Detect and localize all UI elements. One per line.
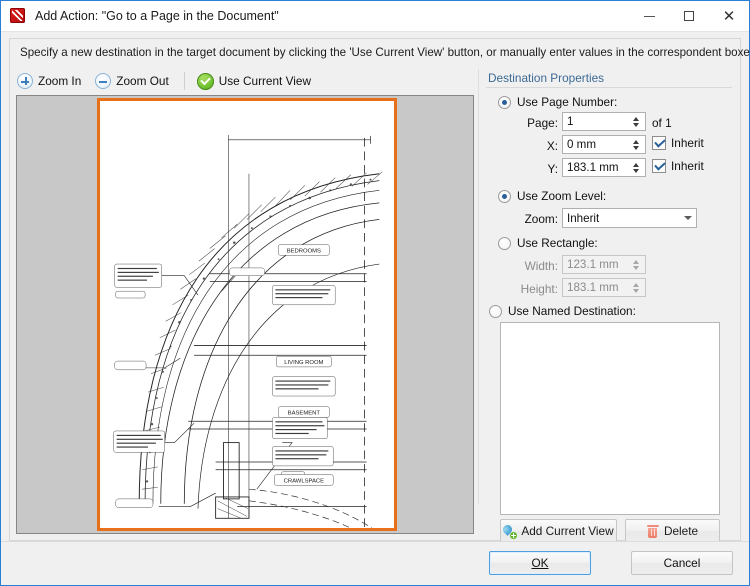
maximize-icon [684, 11, 694, 21]
zoom-in-button[interactable]: Zoom In [14, 70, 88, 92]
trash-icon [646, 524, 659, 538]
radio-use-named-destination[interactable]: Use Named Destination: [489, 304, 636, 318]
x-spin-arrows[interactable] [628, 136, 643, 153]
page-preview-area[interactable]: BEDROOMS LIVING ROOM BASEMENT CRAWLSPACE [16, 95, 474, 534]
zoom-in-icon [17, 73, 33, 89]
cancel-button[interactable]: Cancel [631, 551, 733, 575]
radio-use-rectangle-label: Use Rectangle: [517, 236, 598, 250]
green-check-icon [196, 72, 214, 90]
ok-label: OK [531, 556, 549, 570]
chevron-down-icon[interactable] [680, 216, 696, 220]
zoom-level-value: Inherit [567, 211, 600, 225]
radio-use-zoom-level-indicator [498, 189, 511, 203]
zoom-out-label: Zoom Out [116, 74, 169, 88]
zoom-out-button[interactable]: Zoom Out [92, 70, 175, 92]
pdf-xchange-logo-icon [9, 7, 27, 25]
delete-label: Delete [663, 524, 699, 538]
add-current-view-button[interactable]: Add Current View [500, 519, 617, 543]
page-number-stepper[interactable]: 1 [562, 112, 646, 131]
radio-use-page-number-label: Use Page Number: [517, 95, 618, 109]
add-view-pin-icon [501, 522, 518, 539]
dialog-body: Specify a new destination in the target … [1, 32, 750, 585]
dialog-window: Add Action: "Go to a Page in the Documen… [0, 0, 750, 586]
minimize-icon [643, 15, 655, 17]
y-value: 183.1 mm [567, 161, 619, 174]
footer-separator [1, 541, 749, 542]
page-field-label: Page: [527, 116, 558, 130]
radio-use-named-destination-label: Use Named Destination: [508, 304, 636, 318]
zoom-field-label: Zoom: [524, 212, 558, 226]
x-value-stepper[interactable]: 0 mm [562, 135, 646, 154]
minimize-button[interactable] [629, 1, 669, 31]
y-spin-arrows[interactable] [628, 159, 643, 176]
height-spin-arrows[interactable] [628, 279, 643, 296]
width-spin-arrows[interactable] [628, 256, 643, 273]
ok-button[interactable]: OK [489, 551, 591, 575]
x-inherit-label: Inherit [671, 136, 704, 150]
room-label-basement: BASEMENT [288, 410, 321, 416]
radio-use-page-number[interactable]: Use Page Number: [498, 95, 617, 109]
close-button[interactable]: ✕ [709, 1, 749, 31]
dialog-footer: OK Cancel [1, 541, 749, 585]
room-label-crawlspace: CRAWLSPACE [284, 478, 325, 484]
delete-button[interactable]: Delete [625, 519, 720, 543]
radio-use-zoom-level-label: Use Zoom Level: [517, 189, 607, 203]
zoom-in-label: Zoom In [38, 74, 82, 88]
zoom-out-icon [95, 73, 112, 89]
window-controls: ✕ [629, 1, 749, 31]
maximize-button[interactable] [669, 1, 709, 31]
add-current-view-label: Add Current View [521, 524, 614, 538]
title-bar: Add Action: "Go to a Page in the Documen… [1, 1, 749, 32]
x-inherit-check-icon [652, 136, 666, 150]
group-title: Destination Properties [488, 71, 605, 85]
pane-divider [478, 69, 479, 504]
x-inherit-checkbox[interactable]: Inherit [652, 136, 704, 150]
page-number-value: 1 [567, 115, 574, 128]
instruction-text: Specify a new destination in the target … [20, 46, 750, 59]
use-current-view-label: Use Current View [218, 74, 311, 88]
content-frame: Specify a new destination in the target … [9, 38, 750, 543]
named-destination-list[interactable] [500, 322, 720, 515]
page-number-spin-arrows[interactable] [628, 113, 643, 130]
room-label-living-room: LIVING ROOM [284, 360, 323, 366]
y-inherit-checkbox[interactable]: Inherit [652, 159, 704, 173]
preview-toolbar: Zoom In Zoom Out Use Current View [10, 67, 478, 95]
radio-use-named-destination-indicator [489, 304, 502, 318]
group-title-rule [486, 87, 732, 88]
radio-use-page-number-indicator [498, 95, 511, 109]
page-thumbnail[interactable]: BEDROOMS LIVING ROOM BASEMENT CRAWLSPACE [97, 98, 397, 531]
y-value-stepper[interactable]: 183.1 mm [562, 158, 646, 177]
split-container: Zoom In Zoom Out Use Current View BEDROO… [10, 67, 740, 543]
toolbar-separator [183, 72, 185, 90]
building-section-drawing: BEDROOMS LIVING ROOM BASEMENT CRAWLSPACE [113, 134, 383, 528]
radio-use-rectangle[interactable]: Use Rectangle: [498, 236, 598, 250]
close-icon: ✕ [722, 6, 736, 25]
use-current-view-button[interactable]: Use Current View [194, 70, 318, 92]
x-field-label: X: [546, 139, 558, 153]
width-value: 123.1 mm [567, 258, 619, 271]
width-stepper[interactable]: 123.1 mm [562, 255, 646, 274]
height-value: 183.1 mm [567, 281, 619, 294]
width-field-label: Width: [524, 259, 558, 273]
y-inherit-check-icon [652, 159, 666, 173]
radio-use-zoom-level[interactable]: Use Zoom Level: [498, 189, 606, 203]
destination-properties-pane: Destination Properties Use Page Number: … [478, 67, 740, 543]
window-title: Add Action: "Go to a Page in the Documen… [35, 9, 279, 23]
radio-use-rectangle-indicator [498, 236, 511, 250]
cancel-label: Cancel [663, 556, 701, 570]
x-value: 0 mm [567, 138, 596, 151]
preview-pane: Zoom In Zoom Out Use Current View BEDROO… [10, 67, 478, 540]
height-stepper[interactable]: 183.1 mm [562, 278, 646, 297]
height-field-label: Height: [520, 282, 558, 296]
y-field-label: Y: [547, 162, 559, 176]
zoom-level-select[interactable]: Inherit [562, 208, 697, 228]
room-label-bedrooms: BEDROOMS [287, 248, 321, 254]
page-total-label: of 1 [652, 116, 672, 130]
y-inherit-label: Inherit [671, 159, 704, 173]
